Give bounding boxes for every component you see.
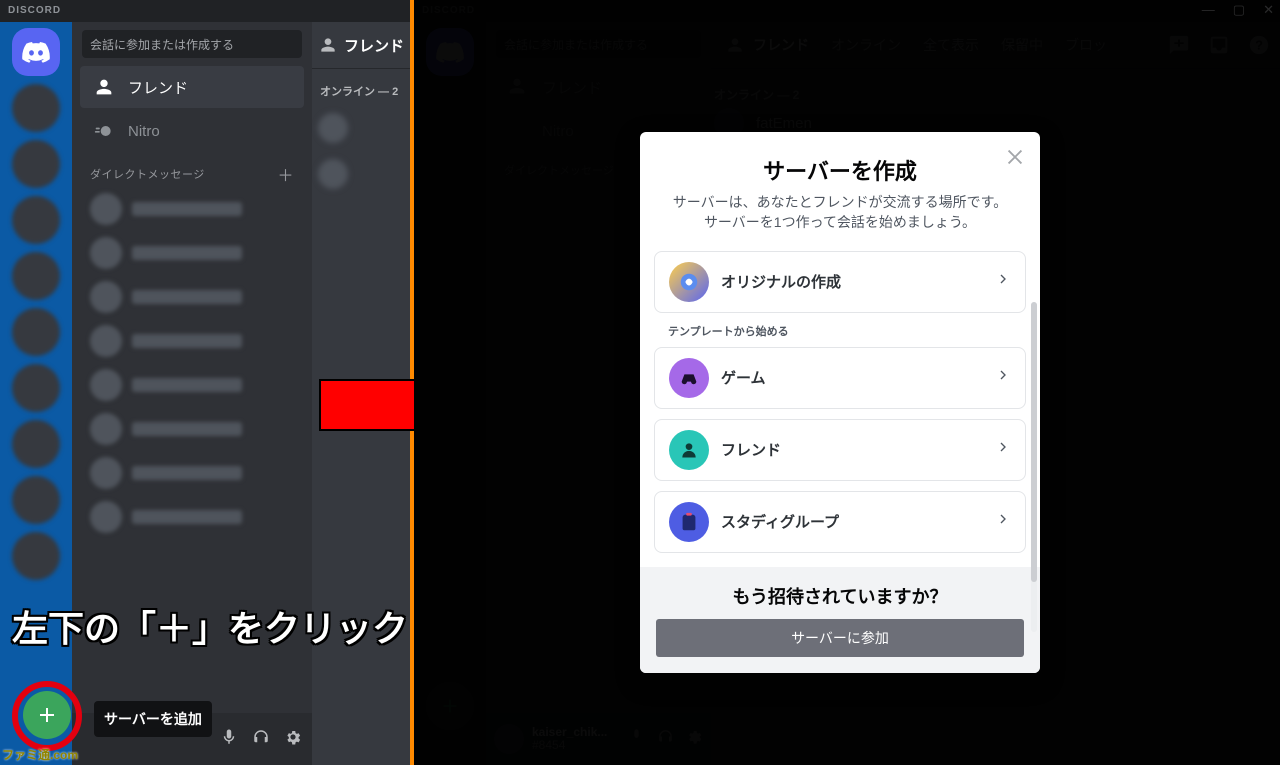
option-friend[interactable]: フレンド — [654, 419, 1026, 481]
option-label: オリジナルの作成 — [721, 271, 841, 292]
chevron-right-icon — [995, 511, 1011, 532]
watermark: ファミ通.com — [2, 746, 78, 763]
titlebar-left: DISCORD — [0, 0, 410, 22]
guild-avatar[interactable] — [12, 140, 60, 188]
nitro-icon — [92, 119, 116, 143]
guild-avatar[interactable] — [12, 364, 60, 412]
nitro-row[interactable]: Nitro — [80, 110, 304, 152]
option-label: スタディグループ — [721, 511, 839, 532]
guild-avatar[interactable] — [12, 420, 60, 468]
annotation-highlight-ring — [12, 681, 82, 751]
guild-avatar[interactable] — [12, 252, 60, 300]
dm-item[interactable] — [80, 276, 304, 318]
add-server-spot — [12, 681, 82, 751]
guild-avatar[interactable] — [12, 532, 60, 580]
friends-icon — [92, 75, 116, 99]
modal-title: サーバーを作成 — [640, 154, 1040, 186]
guild-avatar[interactable] — [12, 476, 60, 524]
friend-row[interactable] — [312, 151, 410, 197]
guild-avatar[interactable] — [12, 84, 60, 132]
guild-rail — [0, 22, 72, 765]
chevron-right-icon — [995, 367, 1011, 388]
guild-avatar[interactable] — [12, 308, 60, 356]
add-server-tooltip: サーバーを追加 — [94, 701, 212, 737]
modal-subtitle: サーバーは、あなたとフレンドが交流する場所です。サーバーを1つ作って会話を始めま… — [668, 192, 1012, 233]
dm-item[interactable] — [80, 188, 304, 230]
search-input[interactable]: 会話に参加または作成する — [82, 30, 302, 58]
friends-row[interactable]: フレンド — [80, 66, 304, 108]
game-icon — [669, 358, 709, 398]
option-game[interactable]: ゲーム — [654, 347, 1026, 409]
dm-item[interactable] — [80, 408, 304, 450]
create-server-modal: サーバーを作成 サーバーは、あなたとフレンドが交流する場所です。サーバーを1つ作… — [640, 132, 1040, 673]
friends-tab[interactable]: フレンド — [312, 22, 410, 69]
dm-item[interactable] — [80, 496, 304, 538]
chevron-right-icon — [995, 271, 1011, 292]
dm-item[interactable] — [80, 364, 304, 406]
friend-row[interactable] — [312, 105, 410, 151]
option-create-original[interactable]: オリジナルの作成 — [654, 251, 1026, 313]
dm-item[interactable] — [80, 232, 304, 274]
friend-icon — [669, 430, 709, 470]
join-server-button[interactable]: サーバーに参加 — [656, 619, 1024, 657]
discord-home-button[interactable] — [12, 28, 60, 76]
annotation-text: 左下の「＋」をクリック — [12, 600, 408, 652]
online-header: オンライン — 2 — [320, 83, 402, 99]
nitro-label: Nitro — [128, 123, 160, 140]
dm-column: 会話に参加または作成する フレンド Nitro ダイレクトメッセージ ＋ — [72, 22, 312, 765]
option-label: ゲーム — [721, 367, 766, 388]
dm-header: ダイレクトメッセージ ＋ — [90, 162, 294, 186]
modal-scrollbar[interactable] — [1031, 302, 1037, 632]
study-icon — [669, 502, 709, 542]
settings-icon[interactable] — [284, 728, 302, 751]
dm-item[interactable] — [80, 452, 304, 494]
new-dm-icon[interactable]: ＋ — [277, 162, 294, 186]
mute-icon[interactable] — [220, 728, 238, 751]
deafen-icon[interactable] — [252, 728, 270, 751]
guild-avatar[interactable] — [12, 196, 60, 244]
template-header: テンプレートから始める — [668, 323, 1012, 339]
chevron-right-icon — [995, 439, 1011, 460]
close-button[interactable] — [1004, 146, 1026, 168]
friends-label: フレンド — [128, 77, 188, 98]
modal-footer: もう招待されていますか？ サーバーに参加 — [640, 567, 1040, 673]
option-label: フレンド — [721, 439, 781, 460]
original-icon — [669, 262, 709, 302]
already-invited-text: もう招待されていますか？ — [656, 583, 1024, 609]
option-study[interactable]: スタディグループ — [654, 491, 1026, 553]
dm-item[interactable] — [80, 320, 304, 362]
